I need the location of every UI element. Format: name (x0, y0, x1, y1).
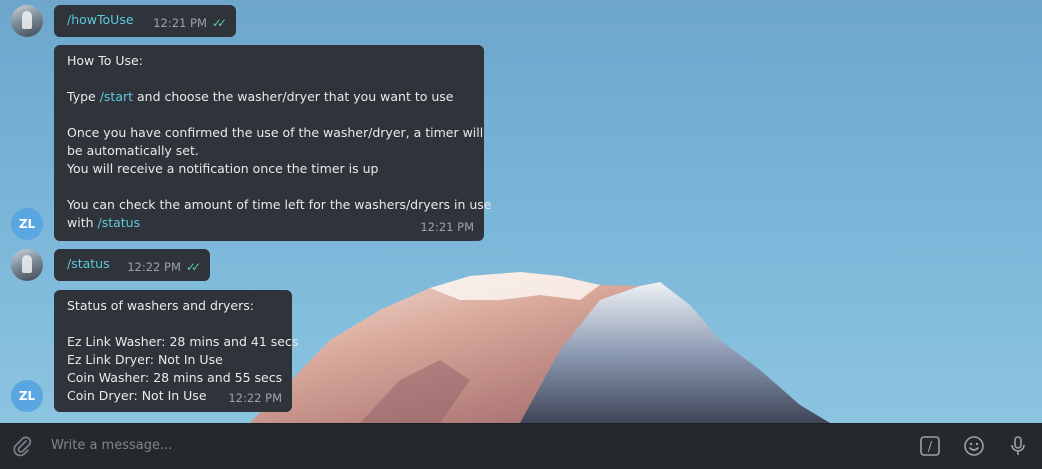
message-input[interactable]: Write a message... (51, 438, 172, 453)
message-time: 12:22 PM (228, 391, 282, 405)
command-text[interactable]: /status (67, 256, 110, 271)
message-line: You can check the amount of time left fo… (67, 197, 492, 212)
message-bubble: Status of washers and dryers: Ez Link Wa… (54, 290, 299, 412)
message-bubble: /howToUse 12:21 PM ✓✓ (54, 5, 236, 37)
message-meta: 12:22 PM ✓✓ (127, 258, 201, 276)
slash-glyph: / (928, 440, 933, 455)
message-line: How To Use: (67, 53, 143, 68)
message-meta: 12:22 PM (228, 389, 282, 407)
message-line (67, 315, 279, 333)
user-avatar[interactable] (11, 5, 43, 37)
sender-avatar[interactable]: ZL (11, 380, 43, 412)
message-line: with /status (67, 214, 471, 232)
message-line (67, 106, 471, 124)
status-command-link[interactable]: /status (98, 215, 141, 230)
message-meta: 12:21 PM (420, 218, 474, 236)
message-line (67, 178, 471, 196)
message-text: with (67, 215, 98, 230)
message-line: be automatically set. (67, 143, 199, 158)
message-line (67, 70, 471, 88)
message-line: Coin Washer: 28 mins and 55 secs (67, 370, 283, 385)
message-line: Ez Link Dryer: Not In Use (67, 352, 223, 367)
message-text: Type (67, 89, 100, 104)
start-command-link[interactable]: /start (100, 89, 133, 104)
user-avatar[interactable] (11, 249, 43, 281)
double-check-icon: ✓✓ (185, 260, 201, 274)
microphone-icon[interactable] (1007, 435, 1029, 457)
message-line: Type /start and choose the washer/dryer … (67, 88, 471, 106)
sender-avatar[interactable]: ZL (11, 208, 43, 240)
message-line: Ez Link Washer: 28 mins and 41 secs (67, 334, 299, 349)
double-check-icon: ✓✓ (211, 16, 227, 30)
message-meta: 12:21 PM ✓✓ (153, 14, 227, 32)
message-time: 12:22 PM (127, 260, 181, 274)
message-composer: Write a message... / (0, 423, 1042, 469)
smiley-icon[interactable] (963, 435, 985, 457)
message-text: and choose the washer/dryer that you wan… (133, 89, 454, 104)
message-line: Status of washers and dryers: (67, 298, 254, 313)
message-line: You will receive a notification once the… (67, 161, 379, 176)
message-time: 12:21 PM (153, 16, 207, 30)
message-bubble: /status 12:22 PM ✓✓ (54, 249, 210, 281)
message-bubble: How To Use: Type /start and choose the w… (54, 45, 492, 241)
message-line: Once you have confirmed the use of the w… (67, 125, 484, 140)
message-time: 12:21 PM (420, 220, 474, 234)
slash-command-icon[interactable]: / (919, 435, 941, 457)
command-text[interactable]: /howToUse (67, 12, 134, 27)
paperclip-icon[interactable] (11, 435, 33, 457)
